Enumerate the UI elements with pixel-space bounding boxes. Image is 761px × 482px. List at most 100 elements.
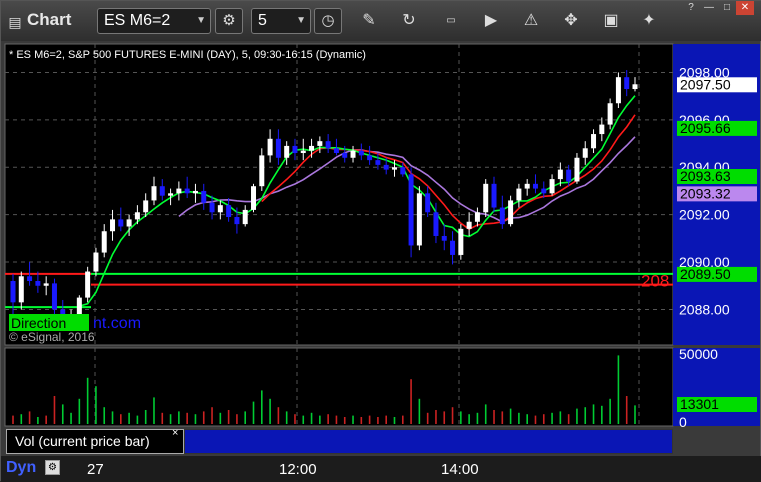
candle-body (93, 252, 99, 272)
candle-body (350, 150, 356, 158)
candle-body (433, 212, 439, 236)
volume-tick-max: 50000 (679, 346, 718, 362)
candle-body (18, 276, 24, 303)
candle-body (483, 183, 489, 213)
candle-body (474, 212, 480, 222)
candle-body (541, 188, 547, 194)
candle-body (259, 155, 265, 187)
candle-body (217, 205, 223, 213)
interval-settings-button[interactable]: ⚙ (215, 8, 243, 34)
time-tick-1400: 14:00 (441, 461, 479, 478)
candle-body (342, 153, 348, 158)
candle-body (358, 150, 364, 156)
symbol-value: ES M6=2 (104, 12, 171, 29)
candle-body (168, 193, 174, 196)
candle-body (615, 77, 621, 104)
maximize-icon[interactable]: □ (718, 1, 736, 15)
volume-panel-label: Vol (current price bar) (6, 429, 184, 454)
candle (251, 183, 257, 213)
candle-body (201, 190, 207, 203)
candle-body (209, 202, 215, 213)
candle-body (275, 138, 281, 158)
candle-body (549, 179, 555, 194)
candle (458, 224, 464, 260)
candle-body (43, 283, 49, 286)
dynamic-settings-icon[interactable]: ⚙ (45, 460, 60, 475)
candle-body (85, 271, 91, 298)
close-volume-panel-icon[interactable]: × (172, 427, 178, 439)
candle (85, 266, 91, 303)
chart-header: * ES M6=2, S&P 500 FUTURES E-MINI (DAY),… (9, 49, 366, 61)
candle-body (51, 283, 57, 310)
candle-body (491, 183, 497, 208)
candle-body (499, 207, 505, 225)
candle-body (333, 148, 339, 154)
price-marker-label: 2093.63 (680, 168, 731, 184)
candle-body (516, 188, 522, 201)
chart-window: ▤ Chart ES M6=2 ▼ ⚙ 5 ▼ ◷ ✎ ↻ ▭ ▶ ⚠ ✥ ▣ … (0, 0, 761, 482)
candle-body (300, 150, 306, 154)
app-title: Chart (27, 10, 72, 29)
copyright-text: © eSignal, 2016 (9, 330, 95, 344)
candle-body (632, 84, 638, 90)
candle-body (458, 228, 464, 255)
time-template-button[interactable]: ◷ (314, 8, 342, 34)
candle (483, 179, 489, 218)
volume-tick-zero: 0 (679, 414, 687, 430)
get-data-icon[interactable]: ▭ (439, 9, 463, 33)
chevron-down-icon: ▼ (196, 15, 206, 26)
time-tick-27: 27 (87, 461, 104, 478)
red-level-label: 208 (641, 272, 669, 291)
candle-body (508, 200, 514, 225)
title-bar: ▤ Chart ES M6=2 ▼ ⚙ 5 ▼ ◷ ✎ ↻ ▭ ▶ ⚠ ✥ ▣ … (1, 1, 761, 41)
candle-body (557, 169, 563, 180)
candle-body (309, 145, 315, 151)
minimize-icon[interactable]: — (700, 1, 718, 15)
twitter-icon[interactable]: ✦ (637, 9, 661, 33)
candle-body (599, 124, 605, 135)
candle-body (450, 240, 456, 255)
close-icon[interactable]: ✕ (736, 1, 754, 15)
candle-body (441, 235, 447, 241)
candle-body (176, 188, 182, 194)
candle-body (532, 183, 538, 189)
volume-panel (4, 347, 674, 427)
candle-body (159, 186, 165, 196)
chart-app-icon: ▤ (8, 14, 22, 30)
price-marker-label: 2089.50 (680, 266, 731, 282)
candle-body (566, 169, 572, 182)
candle-body (325, 141, 331, 149)
dynamic-label: Dyn (6, 459, 37, 476)
symbol-combo[interactable]: ES M6=2 ▼ (97, 8, 211, 34)
chevron-down-icon: ▼ (296, 15, 306, 26)
help-icon[interactable]: ? (682, 1, 700, 15)
candle-body (367, 155, 373, 161)
candle-body (582, 148, 588, 158)
candle-body (118, 219, 124, 227)
candle (408, 167, 414, 258)
candle-body (226, 205, 232, 218)
chart-canvas[interactable]: 2098.002096.002094.002092.002090.002088.… (1, 41, 761, 456)
candle-body (192, 190, 198, 194)
candle-body (151, 186, 157, 201)
candle-body (126, 219, 132, 227)
clock-icon: ◷ (321, 12, 335, 29)
interval-combo[interactable]: 5 ▼ (251, 8, 311, 34)
price-marker-label: 2095.66 (680, 120, 731, 136)
warning-icon[interactable]: ⚠ (519, 9, 543, 33)
candle (416, 186, 422, 251)
watermark-left: Direction (11, 315, 66, 331)
price-marker-label: 2093.32 (680, 185, 731, 201)
replay-icon[interactable]: ▶ (479, 9, 503, 33)
candle-body (10, 281, 16, 303)
candle (615, 72, 621, 108)
candle-body (591, 134, 597, 149)
draw-pencil-icon[interactable]: ✎ (357, 9, 381, 33)
comment-icon[interactable]: ▣ (599, 9, 623, 33)
candle-body (143, 200, 149, 213)
candle-body (251, 186, 257, 210)
volume-marker-label: 13301 (680, 396, 719, 412)
link-icon[interactable]: ✥ (559, 9, 583, 33)
candle-body (284, 145, 290, 158)
refresh-icon[interactable]: ↻ (397, 9, 421, 33)
